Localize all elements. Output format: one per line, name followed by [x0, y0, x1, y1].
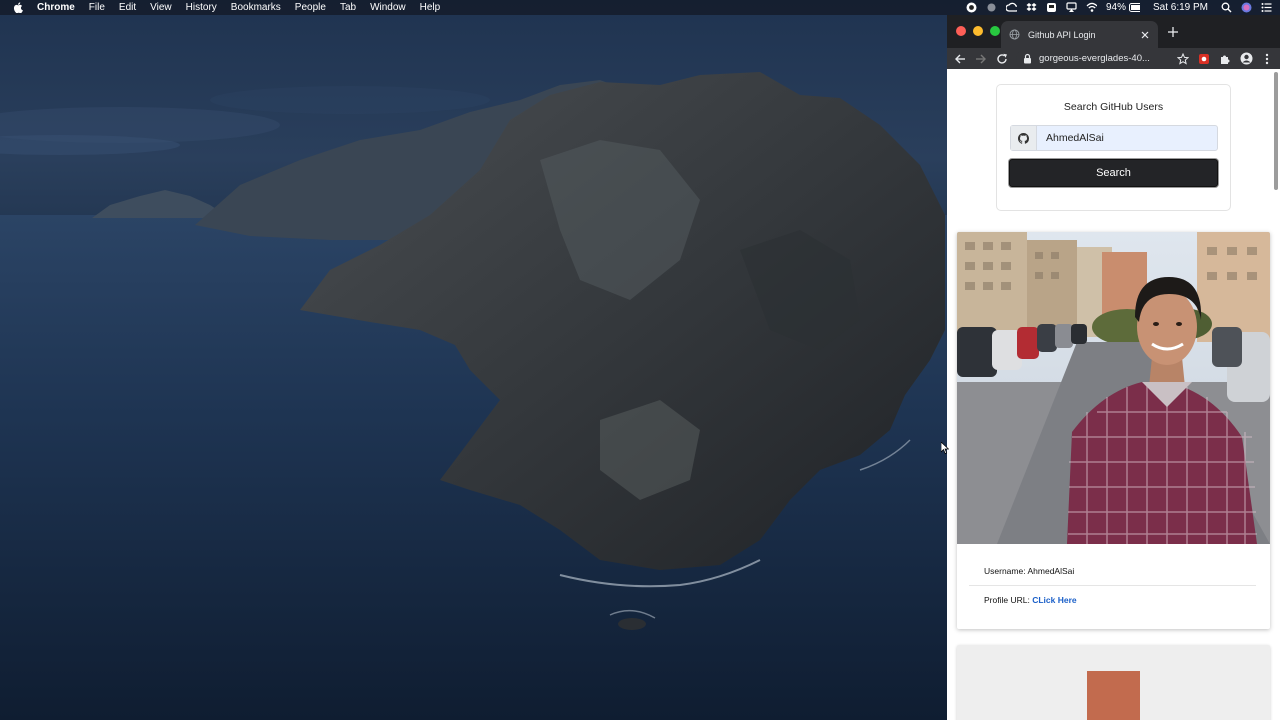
menu-history[interactable]: History	[186, 2, 217, 13]
username-row: Username: AhmedAlSai	[984, 566, 1074, 576]
tab-strip: Github API Login	[947, 15, 1280, 48]
username-label: Username:	[984, 566, 1026, 576]
more-menu-icon[interactable]	[1260, 52, 1274, 66]
page-viewport: Search GitHub Users Search	[947, 69, 1280, 720]
creative-cloud-icon[interactable]	[1005, 2, 1017, 13]
notification-center-icon[interactable]	[1261, 2, 1272, 13]
profile-url-link[interactable]: CLick Here	[1032, 595, 1076, 605]
siri-icon[interactable]	[1241, 2, 1252, 13]
menu-view[interactable]: View	[150, 2, 172, 13]
menu-tab[interactable]: Tab	[340, 2, 356, 13]
profile-url-row: Profile URL: CLick Here	[984, 595, 1077, 605]
macos-menu-bar: Chrome File Edit View History Bookmarks …	[0, 0, 1280, 15]
apple-icon[interactable]	[13, 2, 25, 13]
spotlight-search-icon[interactable]	[1221, 2, 1232, 13]
menu-app-chrome[interactable]: Chrome	[37, 2, 75, 13]
extension-badge-icon[interactable]	[1197, 52, 1211, 66]
circle-status-icon[interactable]	[986, 2, 997, 13]
search-input[interactable]	[1037, 126, 1217, 150]
back-arrow-icon[interactable]	[953, 52, 967, 66]
window-controls	[956, 26, 1000, 36]
close-tab-icon[interactable]	[1140, 30, 1150, 40]
tab-github-api-login[interactable]: Github API Login	[1001, 21, 1158, 48]
profile-info: Username: AhmedAlSai Profile URL: CLick …	[957, 544, 1270, 629]
bookmark-star-icon[interactable]	[1176, 52, 1190, 66]
forward-arrow-icon[interactable]	[974, 52, 988, 66]
menu-edit[interactable]: Edit	[119, 2, 136, 13]
profile-photo	[957, 232, 1270, 544]
maximize-window-button[interactable]	[990, 26, 1000, 36]
profile-url-label: Profile URL:	[984, 595, 1030, 605]
lock-icon[interactable]	[1020, 52, 1034, 66]
battery-percent: 94%	[1105, 2, 1126, 13]
wifi-icon[interactable]	[1086, 2, 1097, 13]
airplay-icon[interactable]	[1066, 2, 1077, 13]
url-text[interactable]: gorgeous-everglades-40...	[1039, 53, 1171, 64]
vertical-scrollbar[interactable]	[1274, 72, 1278, 190]
globe-icon	[1009, 29, 1020, 40]
battery-icon	[1128, 2, 1140, 13]
info-divider	[969, 585, 1256, 586]
menu-people[interactable]: People	[295, 2, 326, 13]
menu-file[interactable]: File	[89, 2, 105, 13]
avatar	[1087, 671, 1140, 720]
profile-avatar-icon[interactable]	[1239, 52, 1253, 66]
second-profile-card	[957, 645, 1270, 720]
profile-card: Username: AhmedAlSai Profile URL: CLick …	[957, 232, 1270, 629]
github-icon	[1011, 126, 1037, 150]
menu-bookmarks[interactable]: Bookmarks	[231, 2, 281, 13]
menu-window[interactable]: Window	[370, 2, 406, 13]
extensions-puzzle-icon[interactable]	[1218, 52, 1232, 66]
browser-toolbar: gorgeous-everglades-40...	[947, 48, 1280, 69]
menu-clock[interactable]: Sat 6:19 PM	[1153, 2, 1208, 13]
address-bar[interactable]: gorgeous-everglades-40...	[1016, 49, 1190, 68]
battery-status[interactable]: 94%	[1106, 2, 1140, 13]
status-tray: 94% Sat 6:19 PM	[966, 0, 1272, 15]
message-icon[interactable]	[1046, 2, 1057, 13]
reload-icon[interactable]	[995, 52, 1009, 66]
new-tab-plus-icon[interactable]	[1167, 26, 1179, 38]
dropbox-icon[interactable]	[1026, 2, 1037, 13]
tab-title: Github API Login	[1028, 29, 1096, 40]
record-icon[interactable]	[966, 2, 977, 13]
mouse-cursor-icon	[941, 442, 949, 454]
search-input-group	[1010, 125, 1218, 151]
search-card: Search GitHub Users Search	[996, 84, 1231, 211]
username-value: AhmedAlSai	[1027, 566, 1075, 576]
chrome-window: Github API Login gorgeous-everglades-40.…	[947, 15, 1280, 720]
close-window-button[interactable]	[956, 26, 966, 36]
minimize-window-button[interactable]	[973, 26, 983, 36]
search-button[interactable]: Search	[1009, 159, 1218, 187]
search-heading: Search GitHub Users	[1063, 101, 1164, 113]
menu-help[interactable]: Help	[420, 2, 441, 13]
